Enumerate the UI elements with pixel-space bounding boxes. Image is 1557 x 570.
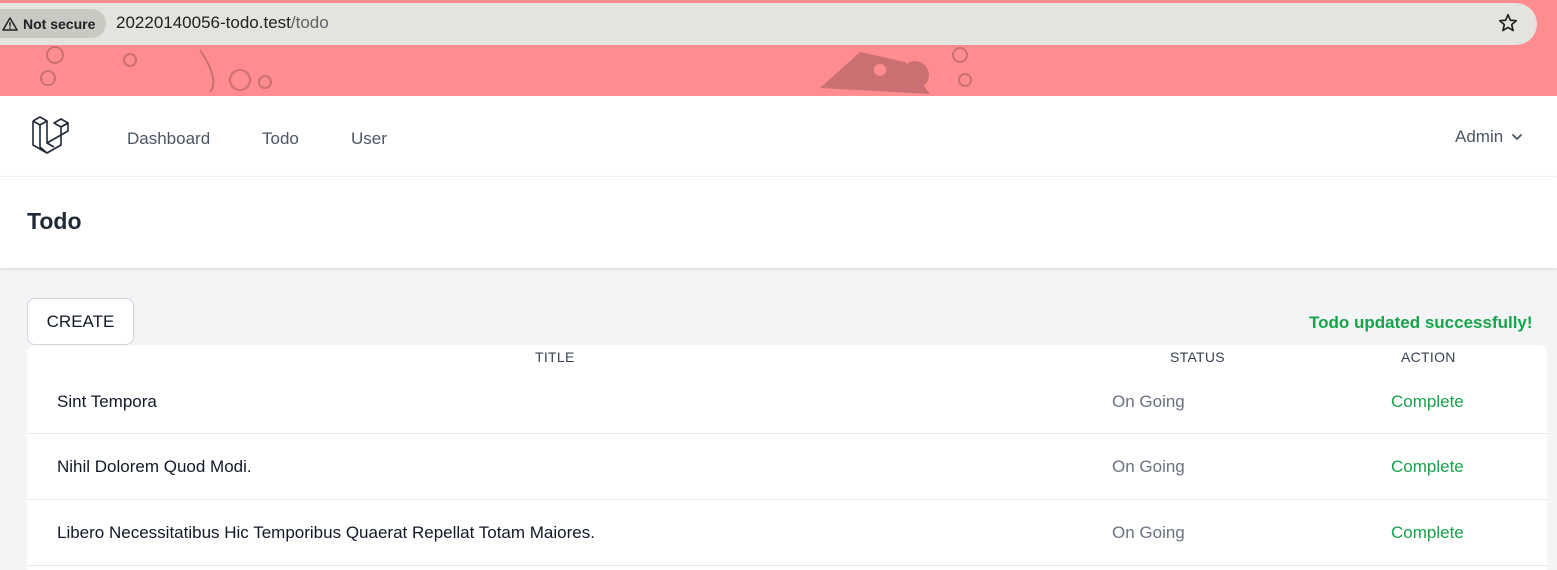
user-menu[interactable]: Admin — [1455, 127, 1523, 147]
page-title: Todo — [27, 208, 82, 234]
todo-title: Nihil Dolorem Quod Modi. — [57, 457, 252, 476]
complete-button[interactable]: Complete — [1391, 457, 1464, 477]
user-menu-label: Admin — [1455, 127, 1504, 146]
star-icon[interactable] — [1497, 12, 1519, 34]
security-label: Not secure — [23, 15, 96, 32]
page-header: Todo — [0, 177, 1557, 268]
todo-status: On Going — [1112, 392, 1185, 411]
url-text[interactable]: 20220140056-todo.test/todo — [116, 13, 329, 33]
flash-success-message: Todo updated successfully! — [1309, 313, 1533, 332]
todo-status: On Going — [1112, 523, 1185, 542]
url-host: 20220140056-todo.test — [116, 13, 291, 32]
column-header-title: TITLE — [535, 349, 575, 365]
column-header-status: STATUS — [1170, 349, 1225, 365]
warning-triangle-icon — [2, 16, 18, 31]
browser-toolbar: Not secure 20220140056-todo.test/todo — [0, 0, 1557, 96]
todo-status: On Going — [1112, 457, 1185, 476]
top-navigation: Dashboard Todo User Admin — [0, 96, 1557, 177]
security-chip[interactable]: Not secure — [0, 9, 106, 38]
laravel-logo-icon[interactable] — [30, 115, 72, 157]
create-button[interactable]: CREATE — [27, 298, 134, 345]
todo-title: Libero Necessitatibus Hic Temporibus Qua… — [57, 523, 595, 542]
table-row: Sint Tempora On Going Complete — [27, 368, 1547, 434]
nav-link-todo[interactable]: Todo — [262, 129, 299, 149]
url-path: /todo — [290, 13, 329, 32]
complete-button[interactable]: Complete — [1391, 392, 1464, 412]
chevron-down-icon — [1512, 134, 1523, 140]
nav-link-dashboard[interactable]: Dashboard — [127, 129, 210, 149]
complete-button[interactable]: Complete — [1391, 523, 1464, 543]
table-row: Libero Necessitatibus Hic Temporibus Qua… — [27, 500, 1547, 566]
todo-title: Sint Tempora — [57, 392, 157, 411]
column-header-action: ACTION — [1401, 349, 1456, 365]
nav-link-user[interactable]: User — [351, 129, 387, 149]
table-row: Nihil Dolorem Quod Modi. On Going Comple… — [27, 434, 1547, 500]
todo-table: TITLE STATUS ACTION Sint Tempora On Goin… — [27, 345, 1547, 570]
